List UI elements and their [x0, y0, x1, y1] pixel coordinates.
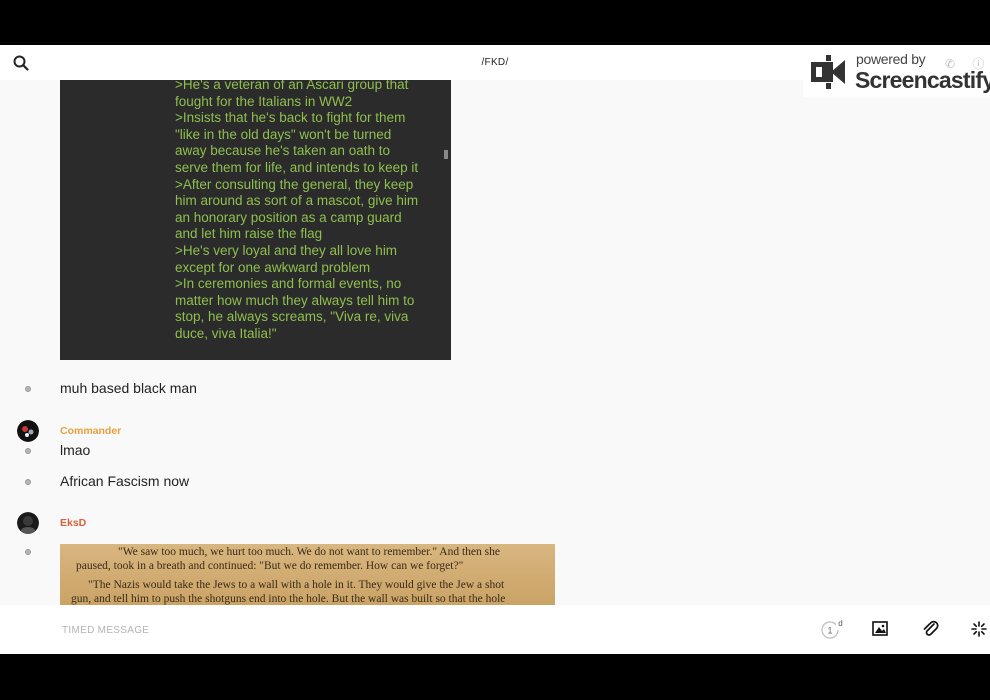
- author-name[interactable]: EksD: [60, 517, 86, 529]
- message-image-green-text[interactable]: >He's a veteran of an Ascari group that …: [60, 80, 451, 360]
- attach-button[interactable]: [919, 618, 941, 640]
- message-list[interactable]: >He's a veteran of an Ascari group that …: [0, 80, 990, 605]
- message-composer: 1 d: [0, 605, 990, 654]
- timer-icon: 1 d: [821, 619, 843, 639]
- avatar[interactable]: [17, 420, 39, 442]
- book-text-line: gun, and tell him to push the shotguns e…: [71, 593, 506, 605]
- more-options-button[interactable]: [968, 618, 990, 640]
- message-input[interactable]: [60, 619, 764, 641]
- watermark-overlay-icons: ✆ ⓘ: [945, 55, 984, 72]
- avatar-eksd-icon: [17, 512, 39, 534]
- screencastify-watermark: powered by Screencastify ✆ ⓘ: [803, 45, 990, 97]
- chat-app: /FKD/ >He's a veteran of an Ascari group…: [0, 45, 990, 654]
- avatar-commander-icon: [17, 420, 39, 442]
- timer-unit: d: [838, 619, 842, 628]
- message-image-book-page[interactable]: "We saw too much, we hurt too much. We d…: [60, 544, 555, 605]
- watermark-powered-by: powered by: [856, 51, 926, 67]
- book-text-line: "The Nazis would take the Jews to a wall…: [88, 579, 505, 591]
- sparkle-icon: [971, 621, 987, 637]
- book-text-line: "We saw too much, we hurt too much. We d…: [118, 546, 500, 558]
- message-text: African Fascism now: [60, 473, 190, 489]
- phone-icon: ✆: [945, 57, 956, 71]
- letterbox-bottom: [0, 654, 990, 700]
- image-caption-text: >He's a veteran of an Ascari group that …: [175, 80, 419, 341]
- image-scrollbar: [444, 150, 448, 159]
- message-text: muh based black man: [60, 380, 197, 396]
- image-icon: [872, 621, 888, 636]
- letterbox-top: [0, 0, 990, 45]
- screencastify-logo-icon: [811, 55, 845, 89]
- image-upload-button[interactable]: [869, 618, 891, 640]
- book-text-line: paused, took in a breath and continued: …: [76, 560, 464, 572]
- avatar[interactable]: [17, 512, 39, 534]
- paperclip-icon: [923, 620, 939, 636]
- message-status-dot: [25, 549, 31, 555]
- message-status-dot: [25, 386, 31, 392]
- message-status-dot: [25, 479, 31, 485]
- info-icon: ⓘ: [972, 57, 985, 71]
- author-name[interactable]: Commander: [60, 425, 121, 437]
- message-status-dot: [25, 448, 31, 454]
- timer-button[interactable]: 1 d: [820, 618, 843, 640]
- message-text: lmao: [60, 442, 91, 458]
- timer-value: 1: [827, 626, 832, 636]
